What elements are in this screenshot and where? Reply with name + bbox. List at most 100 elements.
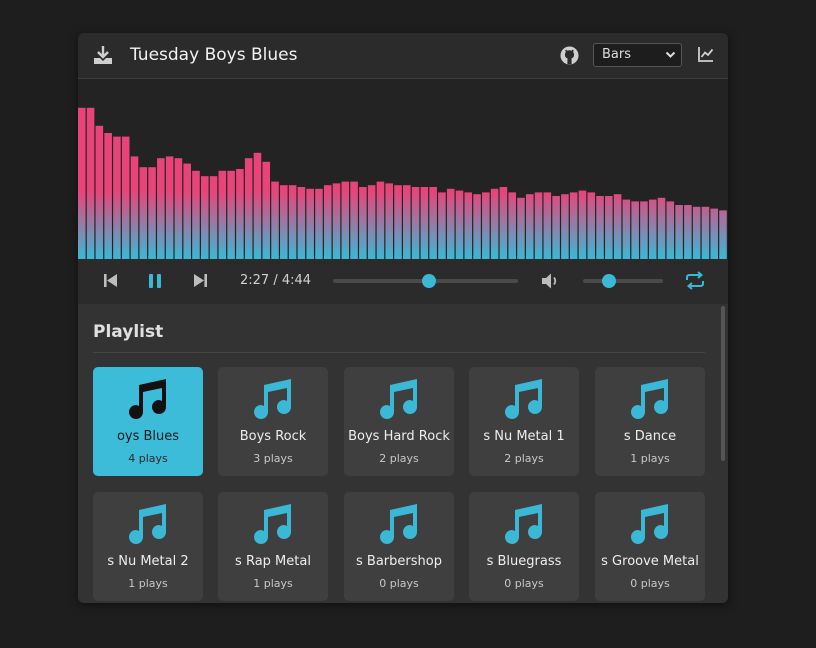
visualizer-bar: [499, 187, 508, 259]
visualizer-bar: [473, 194, 481, 259]
playlist-card[interactable]: s Nu Metal 2 1 plays: [93, 492, 203, 601]
visualizer-bar: [438, 192, 446, 259]
visualizer-bar: [262, 161, 271, 259]
music-note-icon: [254, 379, 291, 419]
visualizer-bar: [622, 199, 631, 259]
playlist-card[interactable]: oys Blues 4 plays: [93, 367, 203, 476]
visualizer-bar: [271, 181, 279, 259]
player-controls: 2:27 / 4:44: [78, 259, 728, 304]
music-player: Tuesday Boys Blues Bars 2:27 / 4:44 Play…: [78, 33, 728, 603]
volume-thumb[interactable]: [602, 274, 617, 288]
visualizer-bar: [657, 197, 666, 259]
download-icon[interactable]: [92, 44, 114, 66]
visualizer-bar: [367, 185, 376, 259]
visualizer-bar: [218, 170, 227, 259]
visualizer-bar: [640, 201, 648, 259]
visualizer-bar: [183, 163, 191, 259]
skip-previous-icon[interactable]: [103, 273, 118, 288]
progress-thumb[interactable]: [422, 274, 437, 288]
volume-icon[interactable]: [541, 272, 561, 290]
playlist-card-plays: 2 plays: [379, 452, 419, 465]
playlist-panel: Playlist oys Blues 4 plays Boys Rock 3 play…: [78, 304, 728, 603]
volume-track[interactable]: [583, 274, 663, 288]
visualizer-bar: [130, 156, 139, 259]
visualizer-bars: [78, 107, 727, 259]
visualizer-bar: [104, 133, 112, 259]
playlist-card[interactable]: Boys Hard Rock 2 plays: [344, 367, 454, 476]
visualizer-bar: [666, 201, 675, 259]
visualizer-bar: [244, 158, 253, 259]
visualizer-bar: [332, 183, 341, 259]
visualizer-bar: [315, 188, 323, 259]
visualizer-bar: [508, 192, 516, 259]
visualizer-bar: [569, 192, 578, 259]
visualizer-bar: [376, 181, 385, 259]
visualizer-bar: [429, 187, 437, 259]
playlist-card[interactable]: s Nu Metal 1 2 plays: [469, 367, 579, 476]
playlist-scrollbar[interactable]: [721, 306, 725, 461]
github-icon[interactable]: [560, 46, 579, 65]
visualizer-bar: [684, 205, 692, 259]
visualizer-bar: [394, 185, 402, 259]
chart-icon[interactable]: [697, 45, 715, 63]
visualizer-bar: [350, 181, 358, 259]
progress-track[interactable]: [333, 274, 518, 288]
playlist-card-name: s Bluegrass: [486, 554, 562, 569]
visualizer-bar: [525, 194, 534, 259]
visualizer-bar: [648, 199, 657, 259]
playlist-card-plays: 0 plays: [630, 577, 670, 590]
audio-visualizer: [78, 79, 728, 259]
visualizer-bar: [148, 167, 156, 259]
playlist-card[interactable]: s Dance 1 plays: [595, 367, 705, 476]
visualizer-bar: [631, 201, 639, 259]
playlist-card-plays: 2 plays: [504, 452, 544, 465]
visualizer-bar: [605, 196, 613, 259]
playlist-card[interactable]: s Bluegrass 0 plays: [469, 492, 579, 601]
visualizer-bar: [253, 152, 262, 259]
visualizer-bar: [517, 197, 525, 259]
visualizer-bar: [552, 196, 560, 259]
music-note-icon: [631, 504, 668, 544]
playlist-card[interactable]: s Barbershop 0 plays: [344, 492, 454, 601]
visualizer-bar: [561, 194, 569, 259]
time-display: 2:27 / 4:44: [240, 273, 312, 288]
visualizer-bar: [692, 206, 701, 259]
visualizer-bar: [578, 190, 587, 259]
playlist-card[interactable]: s Rap Metal 1 plays: [218, 492, 328, 601]
visualizer-bar: [675, 205, 683, 259]
visualizer-bar: [192, 170, 200, 259]
visualizer-bar: [359, 187, 367, 259]
visualizer-bar: [385, 183, 394, 259]
visualizer-bar: [139, 167, 148, 259]
visualizer-bar: [306, 188, 314, 259]
skip-next-icon[interactable]: [193, 273, 208, 288]
visualizer-bar: [719, 210, 727, 259]
visualizer-bar: [86, 107, 95, 259]
music-note-icon: [254, 504, 291, 544]
visualizer-bar: [323, 185, 332, 259]
music-note-icon: [505, 379, 542, 419]
visualizer-bar: [482, 192, 490, 259]
playlist-card-name: s Groove Metal: [601, 554, 699, 569]
playlist-card-name: s Dance: [623, 429, 677, 444]
visualizer-bar: [78, 107, 86, 259]
playlist-card[interactable]: s Groove Metal 0 plays: [595, 492, 705, 601]
visualizer-bar: [411, 187, 420, 259]
repeat-icon[interactable]: [685, 271, 705, 290]
track-title: Tuesday Boys Blues: [130, 45, 298, 65]
music-note-icon: [505, 504, 542, 544]
visualizer-bar: [710, 208, 719, 259]
playlist-card-name: s Nu Metal 1: [483, 429, 565, 444]
visualizer-bar: [534, 192, 543, 259]
music-note-icon: [129, 379, 166, 419]
visualizer-bar: [174, 158, 183, 259]
visualizer-select[interactable]: Bars: [593, 43, 682, 67]
playlist-card[interactable]: Boys Rock 3 plays: [218, 367, 328, 476]
pause-icon[interactable]: [148, 273, 162, 289]
visualizer-bar: [200, 176, 209, 259]
header-bar: Tuesday Boys Blues Bars: [78, 33, 728, 79]
playlist-card-name: Boys Hard Rock: [348, 429, 450, 444]
playlist-card-plays: 0 plays: [504, 577, 544, 590]
playlist-card-plays: 0 plays: [379, 577, 419, 590]
playlist-card-name: oys Blues: [116, 429, 180, 444]
